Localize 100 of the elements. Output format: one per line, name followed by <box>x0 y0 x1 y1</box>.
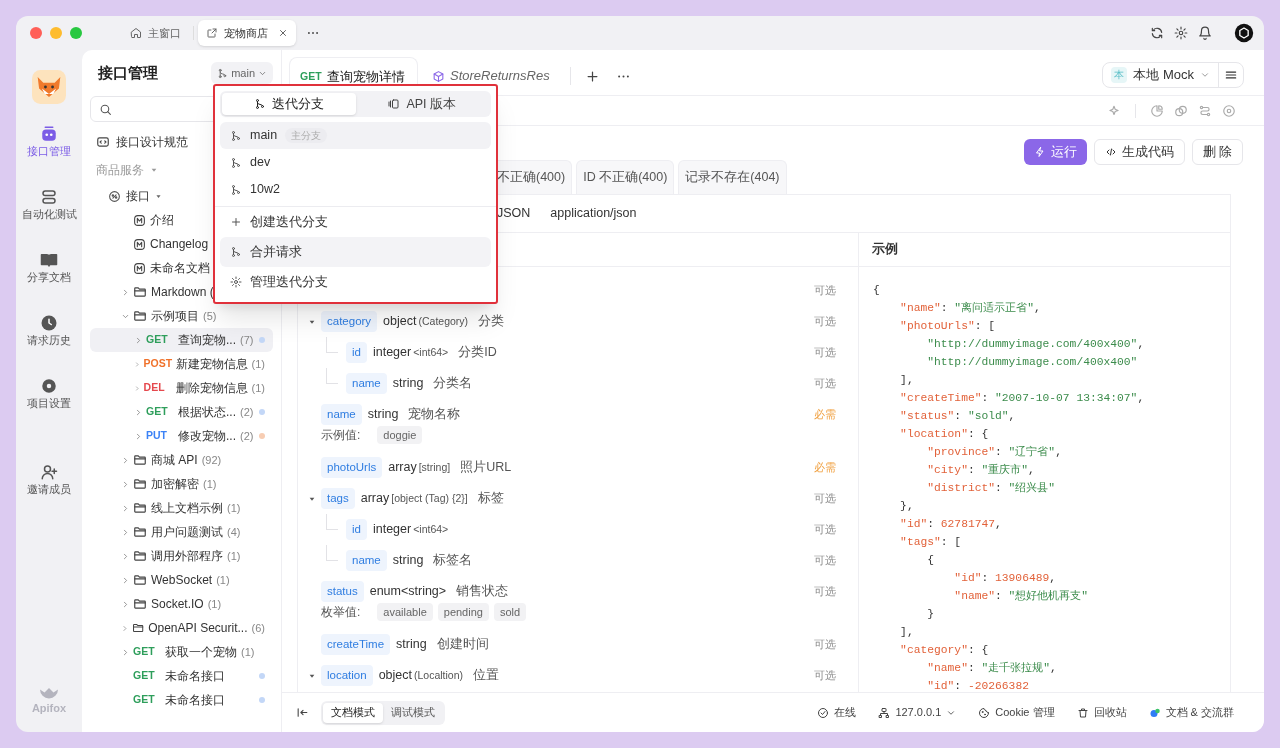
status-bar-item[interactable]: 127.0.0.1 <box>878 704 957 721</box>
tree-item[interactable]: 用户问题测试 (4) <box>90 520 273 544</box>
document-icon <box>133 213 146 227</box>
request-tab[interactable]: StoreReturnsRes <box>422 57 560 95</box>
code-line: "district": "绍兴县" <box>926 481 1057 496</box>
rail-item[interactable]: 项目设置 <box>18 374 80 437</box>
notification-icon[interactable] <box>1198 26 1212 40</box>
chevron-right-icon[interactable] <box>121 647 130 657</box>
code-line: "tags": [ <box>899 535 963 550</box>
window-tab[interactable]: 主窗口 <box>122 20 189 46</box>
field-name: name <box>346 550 387 571</box>
clock-icon <box>40 314 58 332</box>
status-bar-item[interactable]: 文档 & 交流群 <box>1148 704 1234 721</box>
code-line: { <box>926 553 935 568</box>
home-icon <box>130 27 142 39</box>
branch-icon <box>230 156 242 169</box>
tree-item[interactable]: GET 未命名接口 <box>90 688 273 712</box>
tree-item[interactable]: GET 获取一个宠物 (1) <box>90 640 273 664</box>
branch-icon <box>217 67 229 79</box>
response-tab[interactable]: ID 不正确(400) <box>576 160 675 194</box>
chevron-right-icon[interactable] <box>121 623 129 633</box>
mode-tab[interactable]: 文档模式 <box>323 702 383 723</box>
chevron-right-icon[interactable] <box>121 287 130 297</box>
rail-item[interactable]: 分享文档 <box>18 248 80 311</box>
tree-item[interactable]: Socket.IO (1) <box>90 592 273 616</box>
sparkle-icon[interactable] <box>1107 103 1121 118</box>
menu-tab[interactable]: 迭代分支 <box>222 93 356 115</box>
rail-item[interactable]: 自动化测试 <box>18 185 80 248</box>
add-tab-icon[interactable] <box>584 69 600 84</box>
mode-tab[interactable]: 调试模式 <box>383 702 443 723</box>
tree-item[interactable]: POST 新建宠物信息 (1) <box>90 352 273 376</box>
values-label: 枚举值: <box>321 604 361 621</box>
account-icon[interactable] <box>1234 23 1254 43</box>
code-line: "name": "走千张拉规", <box>926 661 1058 676</box>
run-button[interactable]: 运行 <box>1023 139 1087 165</box>
settings-icon <box>230 276 242 288</box>
chevron-right-icon[interactable] <box>134 383 141 393</box>
code-line: "location": { <box>899 427 990 442</box>
delete-button[interactable]: 删 除 <box>1191 139 1243 165</box>
chevron-right-icon[interactable] <box>134 359 141 369</box>
chevron-right-icon[interactable] <box>121 575 130 585</box>
tree-item[interactable]: 示例项目 (5) <box>90 304 273 328</box>
rail-item[interactable]: 接口管理 <box>18 122 80 185</box>
tree-item[interactable]: GET 根据状态... (2) <box>90 400 273 424</box>
tree-item[interactable]: GET 未命名接口 <box>90 664 273 688</box>
chevron-right-icon[interactable] <box>121 551 130 561</box>
code-line: "id": 13906489, <box>953 571 1058 586</box>
tree-item[interactable]: DEL 删除宠物信息 (1) <box>90 376 273 400</box>
overlap-circles-icon[interactable] <box>1174 103 1188 118</box>
field-description: 创建时间 <box>436 636 489 654</box>
refresh-icon[interactable] <box>1150 26 1164 40</box>
plus-icon <box>230 216 242 228</box>
chevron-right-icon[interactable] <box>134 335 143 345</box>
chevron-right-icon[interactable] <box>121 599 130 609</box>
chevron-right-icon[interactable] <box>121 503 130 513</box>
field-description: 宠物名称 <box>408 406 461 424</box>
tree-item[interactable]: OpenAPI Securit... (6) <box>90 616 273 640</box>
status-bar-item[interactable]: 在线 <box>817 704 857 721</box>
pie-chart-icon[interactable] <box>1150 103 1164 118</box>
generate-code-button[interactable]: 生成代码 <box>1093 139 1185 165</box>
status-bar-item[interactable]: 回收站 <box>1076 704 1127 721</box>
tree-item[interactable]: 商城 API (92) <box>90 448 273 472</box>
chevron-right-icon[interactable] <box>121 479 130 489</box>
collapse-sidebar-icon[interactable] <box>296 706 309 719</box>
search-icon <box>99 102 112 116</box>
chevron-right-icon[interactable] <box>121 527 130 537</box>
close-icon[interactable] <box>278 28 288 38</box>
branch-item[interactable]: dev <box>220 149 491 176</box>
tree-item[interactable]: 调用外部程序 (1) <box>90 544 273 568</box>
document-icon <box>133 237 146 251</box>
tree-item[interactable]: WebSocket (1) <box>90 568 273 592</box>
stacked-bars-icon <box>40 188 58 206</box>
settings-icon[interactable] <box>1174 26 1188 40</box>
branch-item[interactable]: 10w2 <box>220 176 491 203</box>
code-line: "category": { <box>899 643 990 658</box>
menu-item[interactable]: 合并请求 <box>220 237 491 267</box>
tree-item[interactable]: PUT 修改宠物... (2) <box>90 424 273 448</box>
response-tab[interactable]: 记录不存在(404) <box>678 160 787 194</box>
menu-tab[interactable]: API 版本 <box>355 93 489 115</box>
folder-icon <box>133 549 147 563</box>
rail-item[interactable]: 邀请成员 <box>18 460 80 523</box>
requirement-label: 可选 <box>814 583 836 599</box>
chevron-right-icon[interactable] <box>121 455 130 465</box>
chevron-right-icon[interactable] <box>134 407 143 417</box>
status-bar-item[interactable]: Cookie 管理 <box>978 704 1055 721</box>
tree-item[interactable]: 加密解密 (1) <box>90 472 273 496</box>
field-description: 标签 <box>477 490 504 508</box>
route-icon[interactable] <box>1198 103 1212 118</box>
tree-item[interactable]: GET 查询宠物... (7) <box>90 328 273 352</box>
rail-item[interactable]: 请求历史 <box>18 311 80 374</box>
branch-icon <box>230 246 242 258</box>
target-icon[interactable] <box>1222 103 1236 118</box>
branch-select[interactable]: main <box>211 62 273 84</box>
window-tab[interactable]: 宠物商店 <box>198 20 296 46</box>
field-description: 位置 <box>473 667 500 685</box>
chevron-right-icon[interactable] <box>134 431 143 441</box>
code-line: "province": "辽宁省", <box>926 445 1063 460</box>
field-type: string <box>392 375 424 393</box>
versions-icon <box>388 98 401 110</box>
tree-item[interactable]: 线上文档示例 (1) <box>90 496 273 520</box>
